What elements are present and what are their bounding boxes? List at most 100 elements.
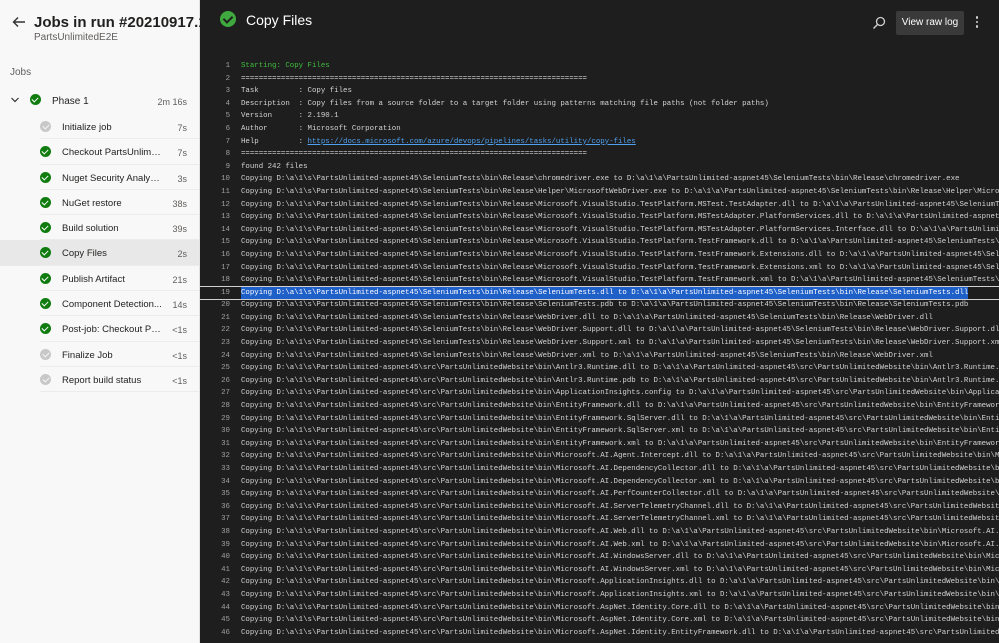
log-line[interactable]: 9 found 242 files [200, 161, 999, 174]
log-line[interactable]: 21 Copying D:\a\1\s\PartsUnlimited-aspnet… [200, 312, 999, 325]
log-line[interactable]: 33 Copying D:\a\1\s\PartsUnlimited-aspnet… [200, 463, 999, 476]
line-number[interactable]: 40 [200, 551, 230, 564]
log-line[interactable]: 14 Copying D:\a\1\s\PartsUnlimited-aspnet… [200, 224, 999, 237]
line-number[interactable]: 16 [200, 249, 230, 262]
log-line[interactable]: 20 Copying D:\a\1\s\PartsUnlimited-aspnet… [200, 299, 999, 312]
line-number[interactable]: 24 [200, 350, 230, 363]
log-line[interactable]: 2 =======================================… [200, 73, 999, 86]
line-number[interactable]: 43 [200, 589, 230, 602]
log-line[interactable]: 5 Version : 2.190.1 [200, 110, 999, 123]
line-number[interactable]: 26 [200, 375, 230, 388]
log-line[interactable]: 19 Copying D:\a\1\s\PartsUnlimited-aspnet… [200, 285, 999, 301]
line-number[interactable]: 36 [200, 501, 230, 514]
line-number[interactable]: 14 [200, 224, 230, 237]
step-row[interactable]: Initialize job 7s [0, 114, 199, 140]
line-number[interactable]: 31 [200, 438, 230, 451]
line-number[interactable]: 45 [200, 614, 230, 627]
log-line[interactable]: 26 Copying D:\a\1\s\PartsUnlimited-aspnet… [200, 375, 999, 388]
log-line[interactable]: 10 Copying D:\a\1\s\PartsUnlimited-aspnet… [200, 173, 999, 186]
back-arrow-icon[interactable] [11, 14, 27, 30]
step-row[interactable]: Post-job: Checkout Pa... <1s [0, 316, 199, 342]
log-line[interactable]: 25 Copying D:\a\1\s\PartsUnlimited-aspnet… [200, 362, 999, 375]
log-line[interactable]: 13 Copying D:\a\1\s\PartsUnlimited-aspnet… [200, 211, 999, 224]
log-line[interactable]: 4 Description : Copy files from a source … [200, 98, 999, 111]
line-number[interactable]: 11 [200, 186, 230, 199]
line-number[interactable]: 44 [200, 602, 230, 615]
line-number[interactable]: 3 [200, 85, 230, 98]
line-number[interactable]: 38 [200, 526, 230, 539]
log-line[interactable]: 29 Copying D:\a\1\s\PartsUnlimited-aspnet… [200, 413, 999, 426]
log-line[interactable]: 41 Copying D:\a\1\s\PartsUnlimited-aspnet… [200, 564, 999, 577]
log-line[interactable]: 37 Copying D:\a\1\s\PartsUnlimited-aspnet… [200, 513, 999, 526]
line-number[interactable]: 15 [200, 236, 230, 249]
line-number[interactable]: 9 [200, 161, 230, 174]
line-number[interactable]: 1 [200, 60, 230, 73]
step-row[interactable]: Publish Artifact 21s [0, 266, 199, 292]
line-number[interactable]: 37 [200, 513, 230, 526]
step-row[interactable]: Nuget Security Analysis... 3s [0, 165, 199, 191]
line-number[interactable]: 10 [200, 173, 230, 186]
line-number[interactable]: 42 [200, 576, 230, 589]
step-row[interactable]: Finalize Job <1s [0, 342, 199, 368]
line-number[interactable]: 41 [200, 564, 230, 577]
log-line[interactable]: 31 Copying D:\a\1\s\PartsUnlimited-aspnet… [200, 438, 999, 451]
line-number[interactable]: 19 [200, 287, 230, 300]
step-row[interactable]: Build solution 39s [0, 215, 199, 241]
log-line[interactable]: 15 Copying D:\a\1\s\PartsUnlimited-aspnet… [200, 236, 999, 249]
line-number[interactable]: 29 [200, 413, 230, 426]
log-line[interactable]: 42 Copying D:\a\1\s\PartsUnlimited-aspnet… [200, 576, 999, 589]
line-number[interactable]: 23 [200, 337, 230, 350]
line-number[interactable]: 13 [200, 211, 230, 224]
line-number[interactable]: 33 [200, 463, 230, 476]
more-options-icon[interactable] [972, 14, 982, 32]
view-raw-log-button[interactable]: View raw log [896, 11, 964, 35]
log-line[interactable]: 44 Copying D:\a\1\s\PartsUnlimited-aspnet… [200, 602, 999, 615]
line-number[interactable]: 39 [200, 539, 230, 552]
log-line[interactable]: 38 Copying D:\a\1\s\PartsUnlimited-aspnet… [200, 526, 999, 539]
log-line[interactable]: 3 Task : Copy files [200, 85, 999, 98]
log-line[interactable]: 18 Copying D:\a\1\s\PartsUnlimited-aspnet… [200, 274, 999, 287]
line-number[interactable]: 32 [200, 450, 230, 463]
line-number[interactable]: 2 [200, 73, 230, 86]
step-row[interactable]: NuGet restore 38s [0, 190, 199, 216]
log-line[interactable]: 6 Author : Microsoft Corporation [200, 123, 999, 136]
step-row[interactable]: Component Detection... 14s [0, 291, 199, 317]
log-line[interactable]: 36 Copying D:\a\1\s\PartsUnlimited-aspnet… [200, 501, 999, 514]
phase-row[interactable]: Phase 1 2m 16s [0, 90, 199, 112]
line-number[interactable]: 5 [200, 110, 230, 123]
log-line[interactable]: 8 =======================================… [200, 148, 999, 161]
log-line[interactable]: 35 Copying D:\a\1\s\PartsUnlimited-aspnet… [200, 488, 999, 501]
line-number[interactable]: 27 [200, 387, 230, 400]
line-number[interactable]: 18 [200, 274, 230, 287]
line-number[interactable]: 35 [200, 488, 230, 501]
line-number[interactable]: 25 [200, 362, 230, 375]
log-line[interactable]: 30 Copying D:\a\1\s\PartsUnlimited-aspnet… [200, 425, 999, 438]
log-line[interactable]: 12 Copying D:\a\1\s\PartsUnlimited-aspnet… [200, 199, 999, 212]
log-line[interactable]: 28 Copying D:\a\1\s\PartsUnlimited-aspnet… [200, 400, 999, 413]
line-number[interactable]: 30 [200, 425, 230, 438]
step-row[interactable]: Report build status <1s [0, 367, 199, 393]
log-line[interactable]: 11 Copying D:\a\1\s\PartsUnlimited-aspnet… [200, 186, 999, 199]
log-line[interactable]: 7 Help : https://docs.microsoft.com/azure… [200, 136, 999, 149]
log-line[interactable]: 24 Copying D:\a\1\s\PartsUnlimited-aspnet… [200, 350, 999, 363]
log-line[interactable]: 27 Copying D:\a\1\s\PartsUnlimited-aspnet… [200, 387, 999, 400]
log-line[interactable]: 23 Copying D:\a\1\s\PartsUnlimited-aspnet… [200, 337, 999, 350]
log-line[interactable]: 45 Copying D:\a\1\s\PartsUnlimited-aspnet… [200, 614, 999, 627]
log-line[interactable]: 43 Copying D:\a\1\s\PartsUnlimited-aspnet… [200, 589, 999, 602]
log-line[interactable]: 32 Copying D:\a\1\s\PartsUnlimited-aspnet… [200, 450, 999, 463]
log-line[interactable]: 17 Copying D:\a\1\s\PartsUnlimited-aspnet… [200, 262, 999, 275]
line-number[interactable]: 46 [200, 627, 230, 640]
line-number[interactable]: 6 [200, 123, 230, 136]
line-number[interactable]: 7 [200, 136, 230, 149]
log-line[interactable]: 22 Copying D:\a\1\s\PartsUnlimited-aspnet… [200, 324, 999, 337]
line-number[interactable]: 4 [200, 98, 230, 111]
line-number[interactable]: 28 [200, 400, 230, 413]
line-number[interactable]: 8 [200, 148, 230, 161]
log-line[interactable]: 16 Copying D:\a\1\s\PartsUnlimited-aspnet… [200, 249, 999, 262]
log-line[interactable]: 39 Copying D:\a\1\s\PartsUnlimited-aspnet… [200, 539, 999, 552]
step-row[interactable]: Copy Files 2s [0, 240, 199, 267]
log-line[interactable]: 1 Starting: Copy Files [200, 60, 999, 73]
search-icon[interactable] [872, 16, 886, 30]
line-number[interactable]: 21 [200, 312, 230, 325]
line-number[interactable]: 17 [200, 262, 230, 275]
